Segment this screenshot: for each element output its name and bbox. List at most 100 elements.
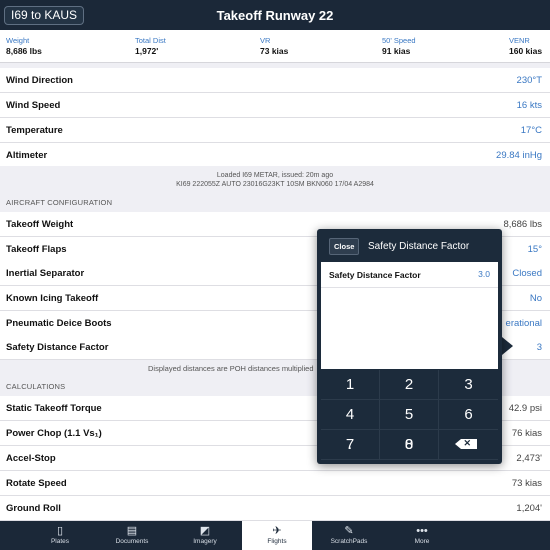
key-6[interactable]: 6	[439, 400, 498, 430]
row-label: Temperature	[6, 125, 63, 136]
page-title: Takeoff Runway 22	[216, 8, 334, 23]
row-value: 73 kias	[511, 478, 542, 489]
close-button[interactable]: Close	[329, 238, 360, 255]
popover-title: Safety Distance Factor	[368, 241, 470, 252]
row-label: Altimeter	[6, 150, 48, 161]
tab-flights[interactable]: ✈ Flights	[242, 521, 312, 550]
row-ground-roll: Ground Roll 1,204'	[0, 496, 550, 521]
row-label: Pneumatic Deice Boots	[6, 318, 112, 329]
tab-bar: ▯ Plates ▤ Documents ◩ Imagery ✈ Flights…	[0, 521, 550, 550]
pencil-icon: ✎	[344, 525, 354, 537]
summary-weight: Weight 8,686 lbs	[6, 35, 42, 57]
key-delete[interactable]: ✕	[439, 430, 498, 460]
note-text: Displayed distances are POH distances mu…	[148, 364, 314, 373]
tab-scratchpads[interactable]: ✎ ScratchPads	[314, 521, 384, 550]
popover-arrow	[502, 337, 513, 355]
summary-50ft-speed: 50' Speed 91 kias	[382, 35, 416, 57]
row-label: Known Icing Takeoff	[6, 293, 99, 304]
keypad-bottom-row: . 0 ✕	[321, 430, 498, 460]
row-label: Static Takeoff Torque	[6, 403, 102, 414]
tab-plates[interactable]: ▯ Plates	[25, 521, 95, 550]
summary-value: 73 kias	[260, 46, 289, 56]
row-value: 15°	[527, 244, 542, 255]
summary-value: 160 kias	[509, 46, 543, 56]
key-3[interactable]: 3	[439, 370, 498, 400]
key-1[interactable]: 1	[321, 370, 380, 400]
safety-factor-field[interactable]: Safety Distance Factor 3.0	[321, 262, 498, 288]
summary-vr: VR 73 kias	[260, 35, 288, 57]
row-label: Inertial Separator	[6, 268, 85, 279]
summary-label: VENR	[509, 36, 530, 45]
summary-label: Total Dist	[135, 36, 166, 45]
tab-documents[interactable]: ▤ Documents	[97, 521, 167, 550]
row-value: 76 kias	[511, 428, 542, 439]
row-value: No	[529, 293, 542, 304]
row-label: Wind Direction	[6, 75, 73, 86]
popover-header: Close Safety Distance Factor	[317, 229, 502, 262]
key-0[interactable]: 0	[380, 430, 439, 460]
key-5[interactable]: 5	[380, 400, 439, 430]
tab-label: Imagery	[193, 538, 217, 545]
row-label: Wind Speed	[6, 100, 61, 111]
keypad-row-4	[321, 460, 498, 461]
summary-value: 8,686 lbs	[6, 46, 42, 56]
tab-label: ScratchPads	[330, 538, 368, 545]
row-value: 1,204'	[516, 503, 542, 514]
section-header-aircraft-config: AIRCRAFT CONFIGURATION	[0, 192, 550, 212]
row-label: Ground Roll	[6, 503, 61, 514]
tab-label: Documents	[115, 538, 149, 545]
tab-more[interactable]: ••• More	[387, 521, 457, 550]
row-value: 230°T	[516, 75, 542, 86]
row-label: Safety Distance Factor	[6, 342, 109, 353]
summary-label: 50' Speed	[382, 36, 416, 45]
row-value: Closed	[512, 268, 542, 279]
takeoff-summary: Weight 8,686 lbs Total Dist 1,972' VR 73…	[0, 30, 550, 63]
tab-imagery[interactable]: ◩ Imagery	[170, 521, 240, 550]
airplane-icon: ✈	[272, 525, 282, 537]
safety-distance-popover: Close Safety Distance Factor Safety Dist…	[317, 229, 502, 464]
row-label: Takeoff Flaps	[6, 244, 67, 255]
field-label: Safety Distance Factor	[329, 270, 421, 280]
tab-label: Plates	[50, 538, 70, 545]
summary-total-dist: Total Dist 1,972'	[135, 35, 166, 57]
tab-label: Flights	[267, 538, 287, 545]
tab-label: More	[414, 538, 430, 545]
summary-value: 1,972'	[135, 46, 159, 56]
row-value: 8,686 lbs	[503, 219, 542, 230]
key-decimal[interactable]: .	[321, 430, 380, 460]
row-value: 3	[536, 342, 542, 353]
row-label: Power Chop (1.1 Vs₁)	[6, 428, 102, 439]
row-value: 17°C	[520, 125, 542, 136]
more-icon: •••	[416, 525, 428, 537]
row-wind-direction[interactable]: Wind Direction 230°T	[0, 68, 550, 93]
field-value: 3.0	[478, 269, 490, 279]
metar-status: Loaded I69 METAR, issued: 20m ago	[216, 172, 334, 179]
row-value: erational	[505, 318, 542, 329]
key-4[interactable]: 4	[321, 400, 380, 430]
plates-icon: ▯	[56, 525, 64, 537]
row-value: 2,473'	[516, 453, 542, 464]
row-temperature[interactable]: Temperature 17°C	[0, 118, 550, 143]
row-value: 16 kts	[516, 100, 542, 111]
documents-icon: ▤	[126, 525, 138, 537]
summary-value: 91 kias	[382, 46, 411, 56]
backspace-icon: ✕	[454, 438, 477, 449]
key-2[interactable]: 2	[380, 370, 439, 400]
summary-venr: VENR 160 kias	[509, 35, 542, 57]
row-label: Takeoff Weight	[6, 219, 74, 230]
row-wind-speed[interactable]: Wind Speed 16 kts	[0, 93, 550, 118]
metar-info: Loaded I69 METAR, issued: 20m ago KI69 2…	[0, 166, 550, 194]
summary-label: Weight	[6, 36, 30, 45]
row-value: 42.9 psi	[508, 403, 542, 414]
row-altimeter[interactable]: Altimeter 29.84 inHg	[0, 143, 550, 168]
nav-bar: I69 to KAUS Takeoff Runway 22	[0, 0, 550, 30]
section-title: AIRCRAFT CONFIGURATION	[6, 198, 113, 207]
row-rotate-speed: Rotate Speed 73 kias	[0, 471, 550, 496]
imagery-icon: ◩	[199, 525, 211, 537]
metar-raw: KI69 222055Z AUTO 23016G23KT 10SM BKN060…	[176, 181, 374, 188]
row-value: 29.84 inHg	[496, 150, 542, 161]
section-title: CALCULATIONS	[6, 382, 66, 391]
row-label: Accel-Stop	[6, 453, 56, 464]
summary-label: VR	[260, 36, 271, 45]
row-label: Rotate Speed	[6, 478, 67, 489]
